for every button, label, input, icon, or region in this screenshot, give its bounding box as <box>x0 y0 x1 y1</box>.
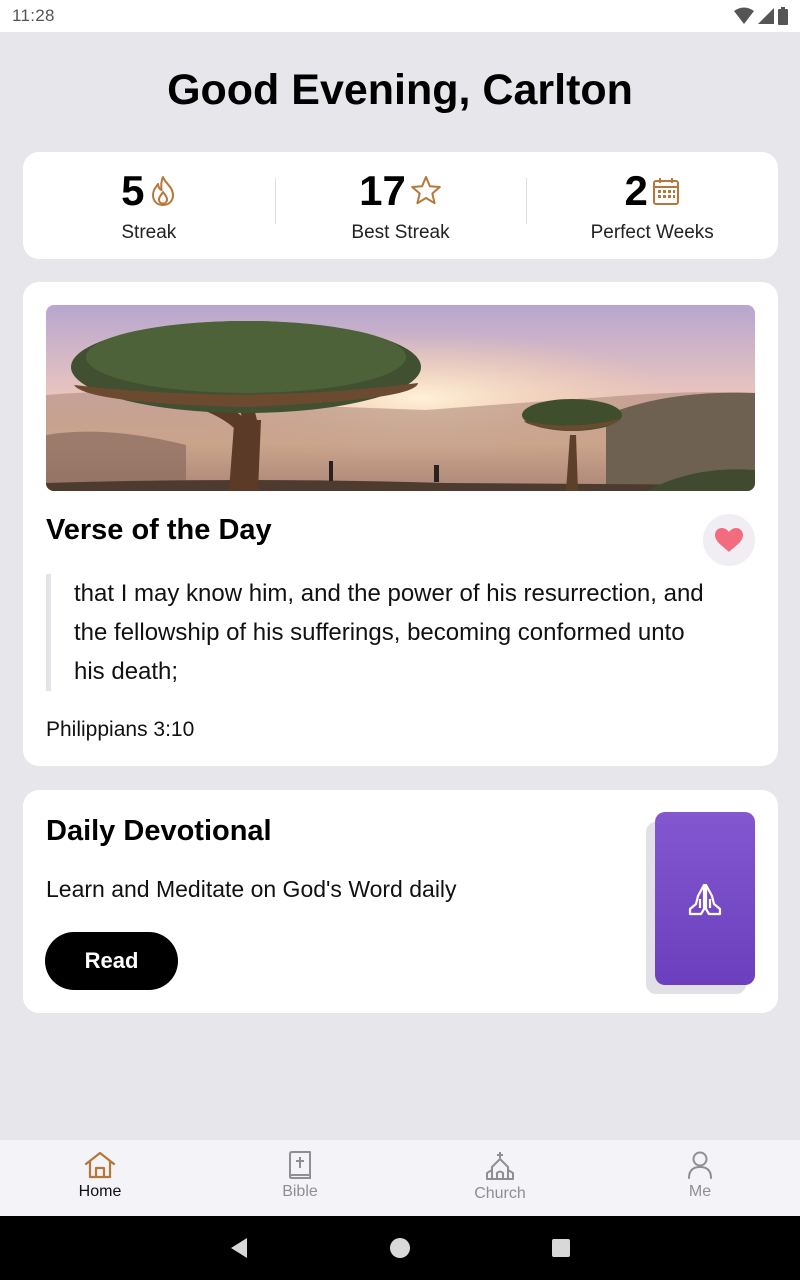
bible-icon <box>289 1151 311 1179</box>
praying-hands-icon <box>688 883 722 915</box>
stat-best-streak: 17 Best Streak <box>274 166 527 244</box>
church-icon <box>486 1152 514 1180</box>
verse-reference: Philippians 3:10 <box>46 718 195 741</box>
verse-image <box>46 305 755 491</box>
tab-church[interactable]: Church <box>400 1140 600 1216</box>
stat-value: 2 <box>624 166 648 214</box>
stat-streak: 5 Streak <box>23 168 275 244</box>
stat-label: Perfect Weeks <box>590 221 714 243</box>
devotional-book[interactable] <box>655 812 755 985</box>
read-button[interactable]: Read <box>45 932 178 990</box>
tab-label: Home <box>78 1183 122 1200</box>
recents-icon[interactable] <box>551 1238 571 1258</box>
home-icon <box>84 1151 116 1179</box>
favorite-button[interactable] <box>703 514 755 566</box>
person-icon <box>688 1151 712 1179</box>
status-icons <box>734 7 788 25</box>
greeting-title: Good Evening, Carlton <box>167 66 633 114</box>
dragon-tree-landscape-image <box>46 305 755 491</box>
stat-label: Streak <box>121 221 177 243</box>
battery-icon <box>778 7 788 25</box>
heart-icon <box>715 528 743 552</box>
devotional-subtitle: Learn and Meditate on God's Word daily <box>46 876 457 902</box>
devotional-card[interactable]: Daily Devotional Learn and Meditate on G… <box>23 790 778 1013</box>
stat-value: 5 <box>121 166 145 214</box>
signal-icon <box>758 8 774 24</box>
stat-value: 17 <box>359 166 406 214</box>
tab-home[interactable]: Home <box>0 1140 200 1216</box>
calendar-icon <box>652 177 679 205</box>
back-icon[interactable] <box>229 1237 249 1259</box>
stat-label: Best Streak <box>351 221 450 243</box>
tab-bible[interactable]: Bible <box>200 1140 400 1216</box>
status-bar: 11:28 <box>0 0 800 32</box>
bottom-tab-bar: Home Bible Church Me <box>0 1140 800 1216</box>
system-navigation-bar <box>0 1216 800 1280</box>
verse-title: Verse of the Day <box>46 514 272 546</box>
tab-label: Me <box>688 1183 712 1200</box>
tab-label: Bible <box>282 1183 318 1200</box>
verse-text: that I may know him, and the power of hi… <box>46 574 706 691</box>
wifi-icon <box>734 7 754 24</box>
flame-icon <box>151 175 174 206</box>
tab-me[interactable]: Me <box>600 1140 800 1216</box>
home-circle-icon[interactable] <box>389 1237 411 1259</box>
star-icon <box>411 175 441 204</box>
verse-card[interactable]: Verse of the Day that I may know him, an… <box>23 282 778 766</box>
stats-card: 5 Streak 17 Best Streak 2 Perfect Weeks <box>23 152 778 259</box>
stat-perfect-weeks: 2 Perfect Weeks <box>526 168 778 244</box>
status-time: 11:28 <box>12 6 55 25</box>
tab-label: Church <box>474 1185 526 1202</box>
devotional-title: Daily Devotional <box>46 815 272 847</box>
